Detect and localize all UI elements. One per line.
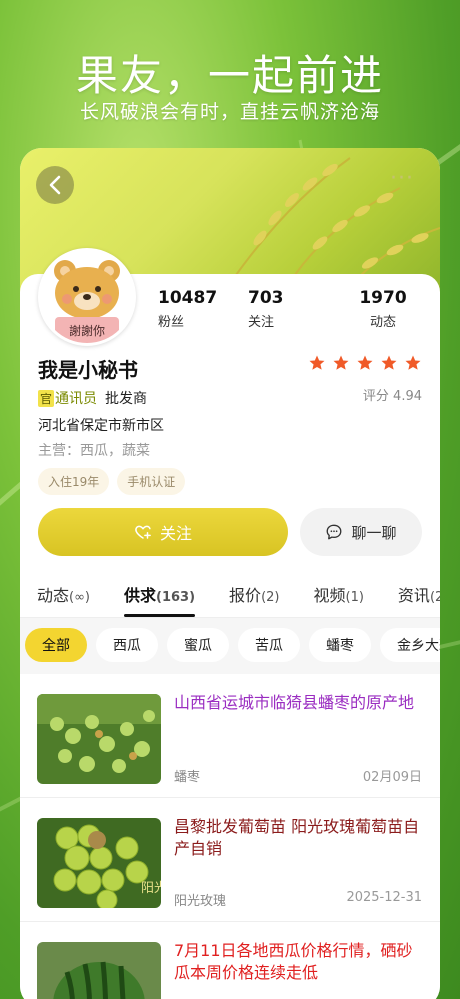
- tab-dynamics[interactable]: 动态(∞): [20, 570, 107, 617]
- filter-chip-garlic[interactable]: 金乡大蒜: [380, 628, 440, 662]
- chat-bubble-icon: [327, 524, 342, 540]
- item-thumbnail: [37, 694, 161, 784]
- tab-count: (163): [156, 590, 196, 605]
- tab-count: (218: [429, 590, 440, 605]
- jujube-photo: [37, 694, 161, 784]
- supply-list: 山西省运城市临猗县蟠枣的原产地 蟠枣 02月09日 阳光 昌黎批发葡萄苗 阳光玫…: [20, 674, 440, 999]
- chat-label: 聊一聊: [351, 523, 397, 542]
- list-item[interactable]: 7月11日各地西瓜价格行情，硒砂瓜本周价格连续走低: [20, 922, 440, 999]
- item-title: 7月11日各地西瓜价格行情，硒砂瓜本周价格连续走低: [174, 941, 413, 982]
- official-badge: 官: [38, 389, 55, 407]
- tab-count: (1): [345, 590, 364, 605]
- filter-chip-melon[interactable]: 蜜瓜: [167, 628, 229, 662]
- tab-count: (2): [261, 590, 280, 605]
- heart-plus-icon: [135, 525, 151, 539]
- main-business: 主营：西瓜，蔬菜: [38, 443, 150, 459]
- chevron-left-icon: [49, 175, 61, 195]
- badge-years: 入住19年: [38, 468, 110, 495]
- filter-chip-watermelon[interactable]: 西瓜: [96, 628, 158, 662]
- watermelon-photo: [37, 942, 161, 999]
- tab-label: 资讯: [397, 586, 430, 605]
- filter-chip-bitter-melon[interactable]: 苦瓜: [238, 628, 300, 662]
- stat-value: 1970: [359, 288, 407, 308]
- stat-value: 703: [248, 288, 284, 308]
- tab-label: 动态: [37, 586, 70, 605]
- item-tag: 阳光玫瑰: [174, 894, 227, 909]
- profile-roles: 官 通讯员 批发商: [38, 388, 147, 408]
- profile-stats: 10487 粉丝 703 关注 1970 动态: [158, 288, 428, 330]
- certification-badges: 入住19年 手机认证: [38, 468, 186, 495]
- star-icon: [381, 355, 397, 370]
- profile-address: 河北省保定市新市区: [38, 418, 164, 434]
- stat-label: 动态: [369, 315, 396, 330]
- stat-label: 粉丝: [158, 315, 185, 330]
- badge-phone-verified: 手机认证: [117, 468, 186, 495]
- business-role-label: 批发商: [105, 391, 148, 407]
- stat-fans[interactable]: 10487 粉丝: [158, 288, 248, 330]
- item-tag: 蟠枣: [174, 770, 201, 785]
- stat-label: 关注: [248, 315, 275, 330]
- more-dots-icon: ···: [390, 166, 414, 191]
- star-icon: [333, 355, 349, 370]
- official-role-label: 通讯员: [55, 391, 98, 407]
- content-tabs: 动态(∞) 供求(163) 报价(2) 视频(1) 资讯(218: [20, 570, 440, 618]
- profile-name: 我是小秘书: [38, 358, 138, 382]
- item-title: 山西省运城市临猗县蟠枣的原产地: [174, 693, 415, 712]
- filter-chip-jujube[interactable]: 蟠枣: [309, 628, 371, 662]
- category-filters: 全部 西瓜 蜜瓜 苦瓜 蟠枣 金乡大蒜: [20, 618, 440, 674]
- tab-videos[interactable]: 视频(1): [296, 570, 380, 617]
- chat-button[interactable]: 聊一聊: [300, 508, 422, 556]
- stat-following[interactable]: 703 关注: [248, 288, 338, 330]
- tab-supply-demand[interactable]: 供求(163): [107, 570, 212, 617]
- rating-score: 评分 4.94: [362, 389, 422, 404]
- item-thumbnail: 阳光: [37, 818, 161, 908]
- back-button[interactable]: [36, 166, 74, 204]
- hero-title: 果友，一起前进: [75, 51, 384, 100]
- filter-chip-all[interactable]: 全部: [25, 628, 87, 662]
- hero-subtitle: 长风破浪会有时，直挂云帆济沧海: [79, 101, 380, 123]
- star-icon: [405, 355, 421, 370]
- tab-label: 报价: [229, 586, 262, 605]
- rating-stars: [308, 354, 422, 372]
- tab-quotes[interactable]: 报价(2): [212, 570, 296, 617]
- official-reporter-tag: 官 通讯员: [38, 388, 97, 408]
- more-options-button[interactable]: ···: [390, 168, 414, 190]
- profile-card: ··· 謝謝你 10487 粉丝 703 关注 1970 动态 我是小秘书 评分…: [20, 148, 440, 999]
- bear-avatar-icon: 謝謝你: [41, 251, 133, 343]
- tab-news[interactable]: 资讯(218: [381, 570, 440, 617]
- item-title: 昌黎批发葡萄苗 阳光玫瑰葡萄苗自产自销: [174, 817, 420, 858]
- grape-photo: 阳光: [37, 818, 161, 908]
- svg-text:謝謝你: 謝謝你: [69, 323, 105, 338]
- item-date: 02月09日: [362, 770, 422, 785]
- list-item[interactable]: 阳光 昌黎批发葡萄苗 阳光玫瑰葡萄苗自产自销 阳光玫瑰 2025-12-31: [20, 798, 440, 922]
- item-date: 2025-12-31: [346, 890, 422, 905]
- stat-posts[interactable]: 1970 动态: [338, 288, 428, 330]
- tab-count: (∞): [69, 590, 90, 605]
- star-icon: [309, 355, 325, 370]
- stat-value: 10487: [158, 288, 218, 308]
- follow-button[interactable]: 关注: [38, 508, 288, 556]
- item-thumbnail: [37, 942, 161, 999]
- svg-text:阳光: 阳光: [141, 881, 161, 896]
- tab-label: 视频: [313, 586, 346, 605]
- star-icon: [357, 355, 373, 370]
- follow-label: 关注: [159, 524, 192, 543]
- list-item[interactable]: 山西省运城市临猗县蟠枣的原产地 蟠枣 02月09日: [20, 674, 440, 798]
- avatar[interactable]: 謝謝你: [38, 248, 136, 346]
- profile-panel: 謝謝你 10487 粉丝 703 关注 1970 动态 我是小秘书 评分 4.9…: [20, 248, 440, 999]
- tab-label: 供求: [124, 586, 157, 605]
